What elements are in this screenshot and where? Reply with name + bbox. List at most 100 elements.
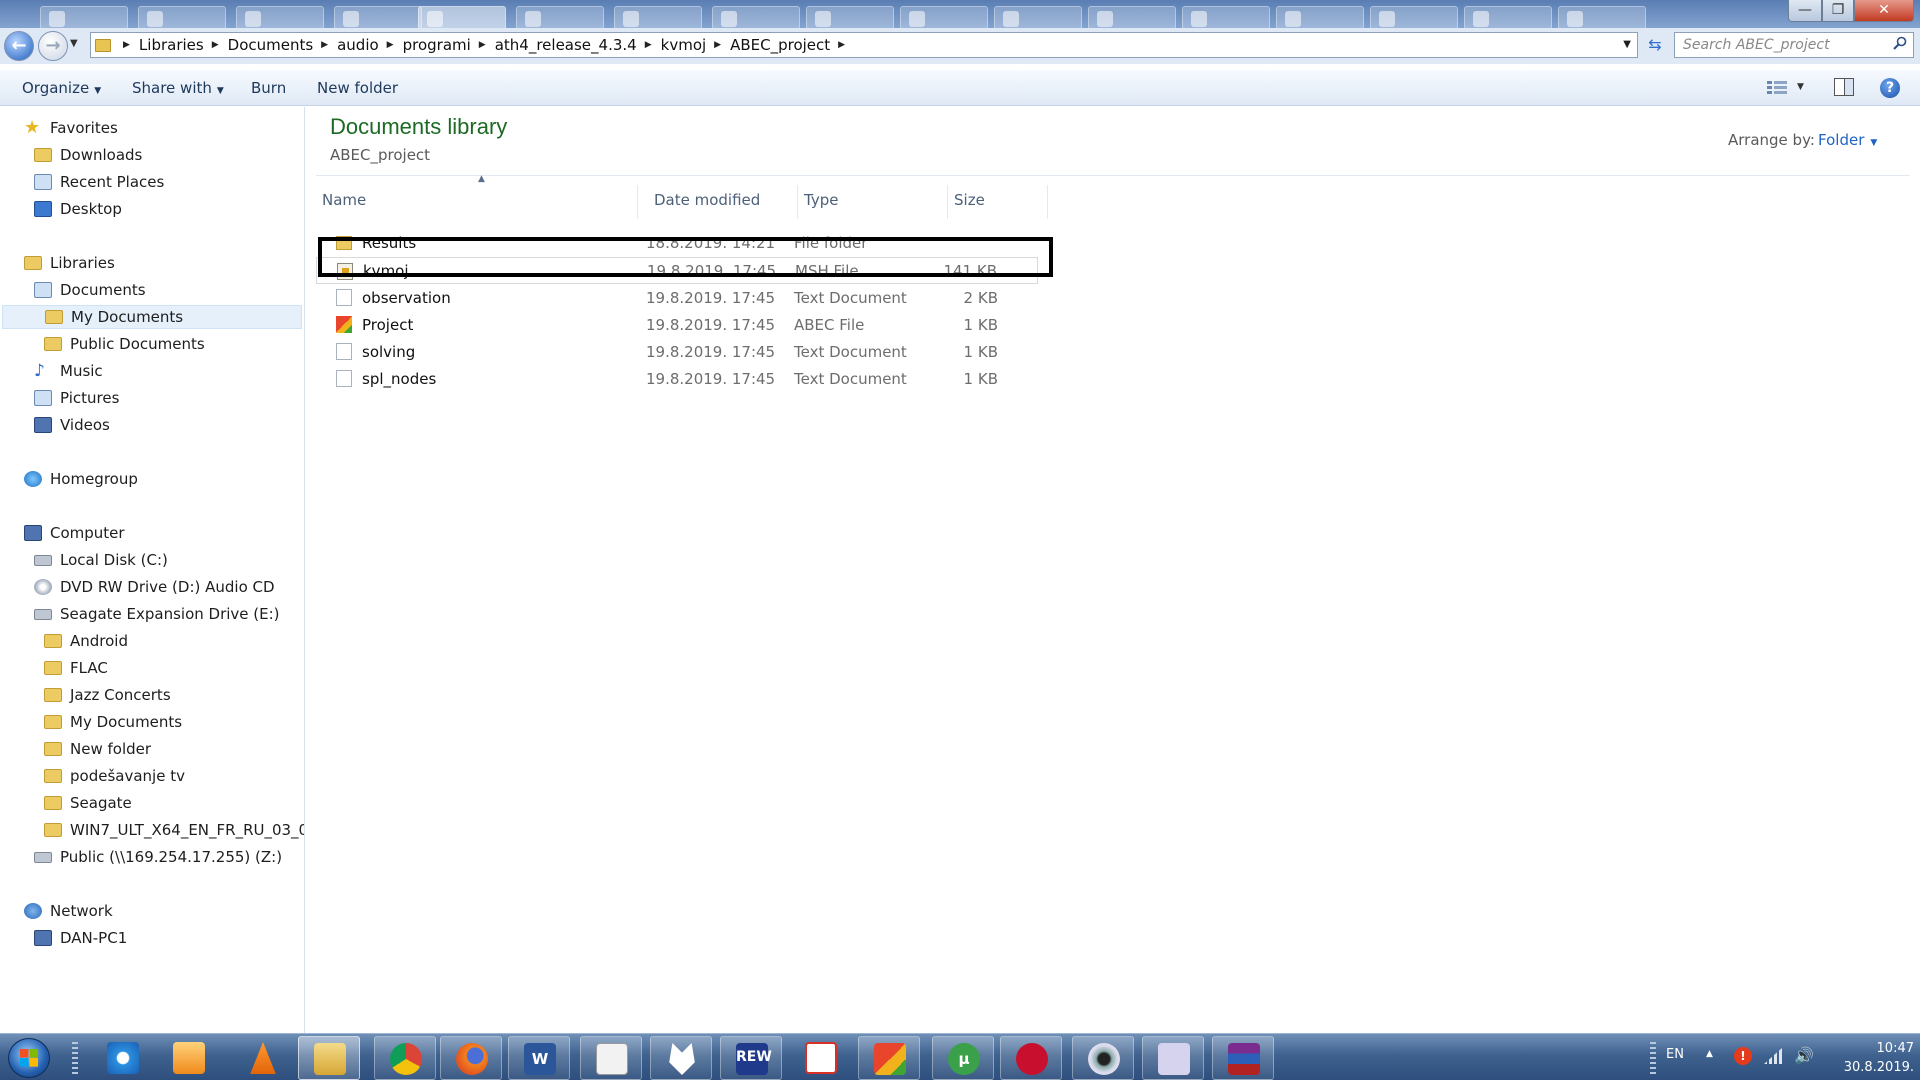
background-tab[interactable] [40, 6, 128, 30]
burn-button[interactable]: Burn [251, 79, 286, 97]
file-explorer-icon[interactable] [298, 1036, 360, 1080]
nav-seagate-drive[interactable]: Seagate Expansion Drive (E:) [34, 602, 280, 626]
nav-new-folder[interactable]: New folder [44, 737, 151, 761]
minimize-button[interactable]: — [1788, 0, 1822, 22]
nav-recent-places[interactable]: Recent Places [34, 170, 164, 194]
breadcrumb-separator-icon[interactable]: ▶ [645, 40, 652, 50]
internet-explorer-icon[interactable] [92, 1036, 154, 1080]
breadcrumb-programi[interactable]: programi [403, 36, 471, 54]
breadcrumb-separator-icon[interactable]: ▶ [838, 40, 845, 50]
column-header-type[interactable]: Type [798, 185, 948, 219]
background-tab[interactable] [334, 6, 422, 30]
nav-music[interactable]: ♪ Music [34, 359, 103, 383]
nav-public-share[interactable]: Public (\\169.254.17.255) (Z:) [34, 845, 282, 869]
language-indicator[interactable]: EN [1666, 1047, 1684, 1062]
nav-jazz-concerts[interactable]: Jazz Concerts [44, 683, 171, 707]
vacs-icon[interactable] [1142, 1036, 1204, 1080]
new-folder-button[interactable]: New folder [317, 79, 398, 97]
word-icon[interactable]: W [508, 1036, 570, 1080]
nav-documents[interactable]: Documents [34, 278, 146, 302]
background-tab[interactable] [1182, 6, 1270, 30]
nav-seagate[interactable]: Seagate [44, 791, 132, 815]
start-button[interactable] [8, 1038, 50, 1078]
nav-my-documents-e[interactable]: My Documents [44, 710, 182, 734]
chrome-icon[interactable] [374, 1036, 436, 1080]
background-tab[interactable] [418, 6, 506, 30]
breadcrumb-kvmoj[interactable]: kvmoj [661, 36, 707, 54]
address-bar[interactable]: ▶ Libraries ▶ Documents ▶ audio ▶ programi ▶… [90, 32, 1638, 58]
taskbar-grip[interactable] [72, 1042, 78, 1074]
ccleaner-icon[interactable] [1000, 1036, 1062, 1080]
address-dropdown-icon[interactable]: ▼ [1623, 39, 1631, 50]
taskbar-grip[interactable] [1650, 1042, 1656, 1074]
foobar-icon[interactable] [650, 1036, 712, 1080]
organize-button[interactable]: Organize ▼ [22, 79, 101, 97]
winrar-icon[interactable] [1212, 1036, 1274, 1080]
nav-flac[interactable]: FLAC [44, 656, 108, 680]
firefox-icon[interactable] [440, 1036, 502, 1080]
breadcrumb-separator-icon[interactable]: ▶ [387, 40, 394, 50]
background-tab[interactable] [994, 6, 1082, 30]
audio-analyzer-icon[interactable] [580, 1036, 642, 1080]
background-tab[interactable] [1464, 6, 1552, 30]
background-tab[interactable] [138, 6, 226, 30]
view-options-dropdown[interactable]: ▼ [1797, 82, 1804, 92]
nav-dvd-drive[interactable]: DVD RW Drive (D:) Audio CD [34, 575, 275, 599]
nav-android[interactable]: Android [44, 629, 128, 653]
background-tab[interactable] [614, 6, 702, 30]
breadcrumb-audio[interactable]: audio [337, 36, 379, 54]
arrange-by-dropdown[interactable]: Folder ▼ [1818, 131, 1877, 149]
back-button[interactable]: ← [4, 31, 34, 61]
clock[interactable]: 10:47 30.8.2019. [1826, 1039, 1914, 1077]
nav-videos[interactable]: Videos [34, 413, 110, 437]
breadcrumb-separator-icon[interactable]: ▶ [714, 40, 721, 50]
background-tab[interactable] [1558, 6, 1646, 30]
breadcrumb-ath4-release[interactable]: ath4_release_4.3.4 [495, 36, 637, 54]
breadcrumb-separator-icon[interactable]: ▶ [212, 40, 219, 50]
abec-icon[interactable] [858, 1036, 920, 1080]
nav-computer[interactable]: Computer [24, 521, 125, 545]
background-tab[interactable] [712, 6, 800, 30]
eye-app-icon[interactable] [1072, 1036, 1134, 1080]
nav-network[interactable]: Network [24, 899, 113, 923]
breadcrumb-abec-project[interactable]: ABEC_project [730, 36, 830, 54]
background-tab[interactable] [1088, 6, 1176, 30]
close-button[interactable]: ✕ [1854, 0, 1914, 22]
column-header-size[interactable]: Size [948, 185, 1048, 219]
nav-win7[interactable]: WIN7_ULT_X64_EN_FR_RU_03_04_20 [44, 818, 304, 842]
nav-my-documents[interactable]: My Documents [2, 305, 302, 329]
nav-podesavanje-tv[interactable]: podešavanje tv [44, 764, 185, 788]
nav-libraries[interactable]: Libraries [24, 251, 115, 275]
background-tab[interactable] [900, 6, 988, 30]
maximize-button[interactable]: ❐ [1822, 0, 1854, 22]
breadcrumb-documents[interactable]: Documents [228, 36, 314, 54]
pdf-icon[interactable] [790, 1036, 852, 1080]
nav-public-documents[interactable]: Public Documents [44, 332, 205, 356]
vlc-icon[interactable] [232, 1036, 294, 1080]
network-signal-icon[interactable] [1764, 1048, 1782, 1064]
media-center-icon[interactable] [158, 1036, 220, 1080]
file-row-spl-nodes[interactable]: spl_nodes 19.8.2019. 17:45 Text Document… [316, 365, 1038, 392]
breadcrumb-separator-icon[interactable]: ▶ [321, 40, 328, 50]
nav-favorites[interactable]: ★ Favorites [24, 116, 118, 140]
share-with-button[interactable]: Share with ▼ [132, 79, 224, 97]
utorrent-icon[interactable]: µ [932, 1036, 994, 1080]
alert-icon[interactable]: ! [1734, 1047, 1752, 1065]
nav-dan-pc1[interactable]: DAN-PC1 [34, 926, 127, 950]
change-view-icon[interactable] [1766, 80, 1788, 96]
breadcrumb-separator-icon[interactable]: ▶ [123, 40, 130, 50]
column-header-name[interactable]: Name [316, 185, 638, 219]
recent-pages-dropdown[interactable]: ▼ [70, 38, 78, 49]
search-icon[interactable] [1893, 36, 1907, 50]
breadcrumb-libraries[interactable]: Libraries [139, 36, 204, 54]
search-input[interactable]: Search ABEC_project [1674, 32, 1914, 58]
file-row-project[interactable]: Project 19.8.2019. 17:45 ABEC File 1 KB [316, 311, 1038, 338]
forward-button[interactable]: → [38, 31, 68, 61]
nav-homegroup[interactable]: Homegroup [24, 467, 138, 491]
column-header-date[interactable]: Date modified [648, 185, 798, 219]
preview-pane-icon[interactable] [1834, 78, 1854, 96]
breadcrumb-separator-icon[interactable]: ▶ [479, 40, 486, 50]
help-icon[interactable]: ? [1880, 78, 1900, 98]
background-tab[interactable] [516, 6, 604, 30]
nav-local-disk[interactable]: Local Disk (C:) [34, 548, 168, 572]
